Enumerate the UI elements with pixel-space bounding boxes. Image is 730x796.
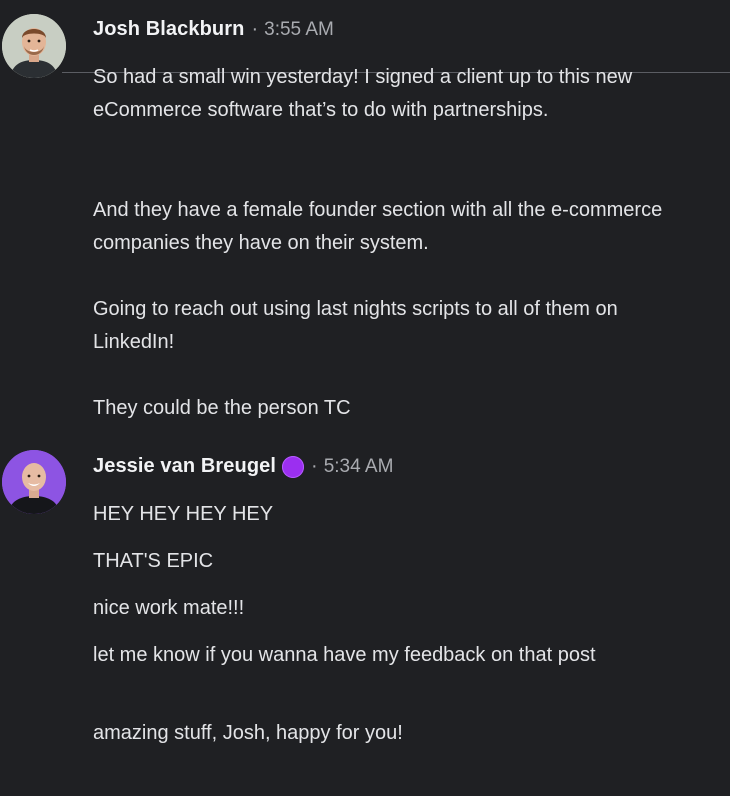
message-timestamp[interactable]: 3:55 AM [264,19,334,41]
message-paragraph: nice work mate!!! [93,597,245,619]
purple-circle-badge-icon [282,455,305,478]
message-paragraph: amazing stuff, Josh, happy for you! [93,722,403,744]
message-header: Josh Blackburn · 3:55 AM [93,18,334,41]
avatar-photo [2,14,66,78]
author-name[interactable]: Jessie van Breugel [93,455,276,478]
message-timestamp[interactable]: 5:34 AM [324,456,394,478]
message-paragraph: HEY HEY HEY HEY [93,503,274,525]
message-paragraph: THAT'S EPIC [93,550,214,572]
avatar[interactable] [2,450,66,514]
message-paragraph: So had a small win yesterday! I signed a… [93,66,633,121]
message-paragraph: Going to reach out using last nights scr… [93,298,618,353]
separator-dot: · [251,18,259,40]
message-paragraph: They could be the person TC [93,397,351,419]
message-paragraph: And they have a female founder section w… [93,199,663,254]
message-header: Jessie van Breugel · 5:34 AM [93,455,393,478]
author-name[interactable]: Josh Blackburn [93,18,244,41]
separator-dot: · [311,455,318,477]
avatar-photo [2,450,66,514]
message-paragraph: let me know if you wanna have my feedbac… [93,644,596,666]
avatar[interactable] [2,14,66,78]
